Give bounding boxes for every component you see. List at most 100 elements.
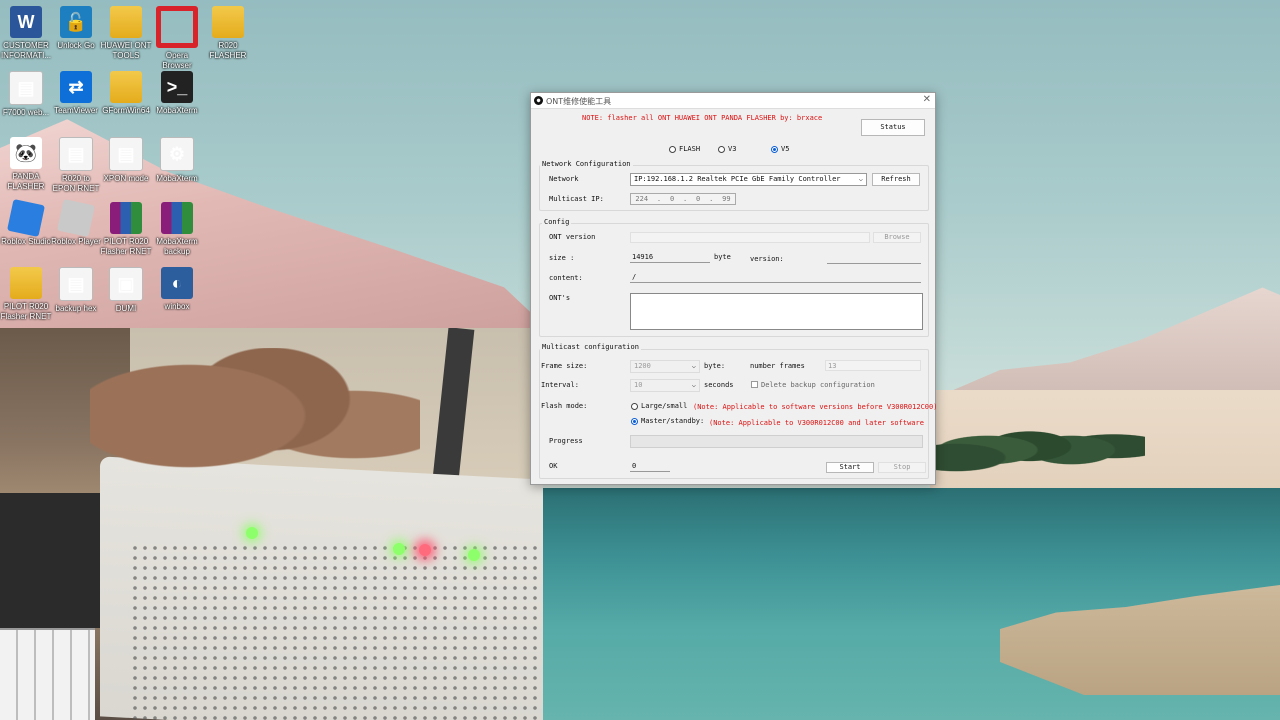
ip-dot: .	[656, 195, 662, 203]
version-field[interactable]	[827, 253, 921, 264]
desktop-icon-customer-info[interactable]: W CUSTOMER INFORMATI...	[0, 6, 52, 61]
winbox-icon: ◐	[161, 267, 193, 299]
ont-version-field[interactable]	[630, 232, 870, 243]
ok-count-field[interactable]: 0	[630, 461, 670, 472]
content-label: content:	[549, 274, 583, 282]
desktop-icon-label: PILOT R020 Flasher RNET	[100, 237, 152, 256]
webcam-overlay	[0, 328, 543, 720]
router-led-lan	[468, 549, 480, 561]
large-small-note: (Note: Applicable to software versions b…	[693, 403, 938, 411]
desktop-icon-label: CUSTOMER INFORMATI...	[0, 41, 52, 60]
desktop-icon-backup-hex[interactable]: ▤ backup hex	[50, 267, 102, 314]
desktop-icon-label: F7000 web...	[2, 108, 50, 117]
radio-flash-label: FLASH	[679, 145, 701, 153]
delete-backup-checkbox[interactable]	[751, 381, 758, 388]
interval-select[interactable]: 10 ⌵	[630, 379, 700, 392]
radio-large-small[interactable]	[631, 403, 638, 410]
radio-v5[interactable]	[771, 146, 778, 153]
ip-octet-3: 0	[696, 195, 701, 203]
desktop-icon-winbox[interactable]: ◐ winbox	[151, 267, 203, 312]
desktop-icon-label: Roblox Player	[51, 237, 101, 246]
interval-value: 10	[634, 381, 643, 389]
radio-master-standby[interactable]	[631, 418, 638, 425]
desktop-icon-opera[interactable]: Opera Browser	[151, 6, 203, 71]
status-button[interactable]: Status	[861, 119, 925, 136]
onts-textarea[interactable]	[630, 293, 923, 330]
desktop-icon-dumi[interactable]: ▣ DUMI	[100, 267, 152, 314]
desktop-icon-roblox-studio[interactable]: Roblox Studio	[0, 199, 52, 247]
folder-icon	[110, 71, 142, 103]
ont-version-label: ONT version	[549, 233, 596, 241]
desktop-icon-panda-flasher[interactable]: 🐼 PANDA FLASHER	[0, 137, 52, 192]
radio-flash[interactable]	[669, 146, 676, 153]
desktop-icon-mobaxterm-backup[interactable]: MobaXterm backup	[151, 202, 203, 257]
ont-tool-window: ● ONT维修使能工具 ✕ NOTE: flasher all ONT HUAW…	[530, 92, 938, 485]
desktop-icon-roblox-player[interactable]: Roblox Player	[50, 199, 102, 247]
interval-label: Interval:	[541, 381, 579, 389]
desktop-icon-pilot-r020[interactable]: PILOT R020 Flasher RNET	[100, 202, 152, 257]
desktop-icon-teamviewer[interactable]: ⇄ TeamViewer	[50, 71, 102, 116]
number-frames-field[interactable]: 13	[825, 360, 921, 371]
desktop-icon-r020-epon[interactable]: ▤ R020 to EPON RNET	[50, 137, 102, 194]
router-led-los	[419, 544, 431, 556]
close-icon[interactable]: ✕	[923, 94, 931, 105]
file-icon: ▤	[109, 137, 143, 171]
chevron-down-icon: ⌵	[691, 381, 696, 389]
winrar-archive-icon	[110, 202, 142, 234]
wallpaper-trees	[935, 405, 1145, 480]
webcam-router-grille	[130, 543, 543, 720]
file-icon: ▤	[9, 71, 43, 105]
folder-icon	[110, 6, 142, 38]
frame-size-select[interactable]: 1200 ⌵	[630, 360, 700, 373]
content-field[interactable]: /	[630, 272, 921, 283]
word-document-icon: W	[10, 6, 42, 38]
refresh-button[interactable]: Refresh	[872, 173, 920, 186]
folder-icon	[212, 6, 244, 38]
desktop-icon-huawei-ont-tools[interactable]: HUAWEI ONT TOOLS	[100, 6, 152, 61]
desktop-icon-r020-flasher[interactable]: R020 FLASHER	[202, 6, 254, 61]
desktop-icon-mobaxterm-2[interactable]: ⚙ MobaXterm	[151, 137, 203, 184]
browse-button[interactable]: Browse	[873, 232, 921, 243]
desktop-icon-gformwin64[interactable]: GFormWin64	[100, 71, 152, 116]
desktop-icon-mobaxterm[interactable]: >_ MobaXterm	[151, 71, 203, 116]
desktop-icon-label: PILOT R020 Flasher RNET	[0, 302, 52, 321]
delete-backup-label: Delete backup configuration	[761, 381, 875, 389]
desktop-icon-unlock-go[interactable]: 🔓 Unlock Go	[50, 6, 102, 51]
frame-size-value: 1200	[634, 362, 651, 370]
network-config-label: Network Configuration	[540, 160, 633, 168]
progress-label: Progress	[549, 437, 583, 445]
version-label: version:	[750, 255, 784, 263]
unlock-go-icon: 🔓	[60, 6, 92, 38]
multicast-ip-input[interactable]: 224. 0. 0. 99	[630, 193, 736, 205]
multicast-config-label: Multicast configuration	[540, 343, 641, 351]
desktop-icon-label: GFormWin64	[102, 106, 150, 115]
radio-v3[interactable]	[718, 146, 725, 153]
desktop-icon-label: Unlock Go	[57, 41, 95, 50]
desktop-icon-f7000-web[interactable]: ▤ F7000 web...	[0, 71, 52, 118]
network-select[interactable]: IP:192.168.1.2 Realtek PCIe GbE Family C…	[630, 173, 867, 186]
desktop-icon-label: R020 FLASHER	[209, 41, 247, 60]
radio-v3-label: V3	[728, 145, 737, 153]
ip-octet-4: 99	[722, 195, 731, 203]
webcam-keyboard	[0, 628, 95, 720]
size-byte-label: byte	[714, 253, 731, 261]
ip-octet-1: 224	[635, 195, 649, 203]
progress-bar	[630, 435, 923, 448]
desktop-icon-label: XPON mode	[103, 174, 149, 183]
ip-dot: .	[709, 195, 714, 203]
flash-mode-label: Flash mode:	[541, 402, 588, 410]
teamviewer-icon: ⇄	[60, 71, 92, 103]
window-titlebar[interactable]: ● ONT维修使能工具 ✕	[531, 93, 935, 109]
roblox-studio-icon	[7, 199, 45, 237]
start-button[interactable]: Start	[826, 462, 874, 473]
stop-button[interactable]: Stop	[878, 462, 926, 473]
desktop-icon-label: HUAWEI ONT TOOLS	[100, 41, 152, 60]
size-field[interactable]: 14916	[630, 252, 710, 263]
file-icon: ▤	[59, 267, 93, 301]
desktop-icon-pilot-r020-2[interactable]: PILOT R020 Flasher RNET	[0, 267, 52, 322]
desktop-icon-xpon-mode[interactable]: ▤ XPON mode	[100, 137, 152, 184]
panda-icon: 🐼	[10, 137, 42, 169]
seconds-label: seconds	[704, 381, 734, 389]
desktop-icon-label: backup hex	[55, 304, 97, 313]
number-frames-label: number frames	[750, 362, 805, 370]
